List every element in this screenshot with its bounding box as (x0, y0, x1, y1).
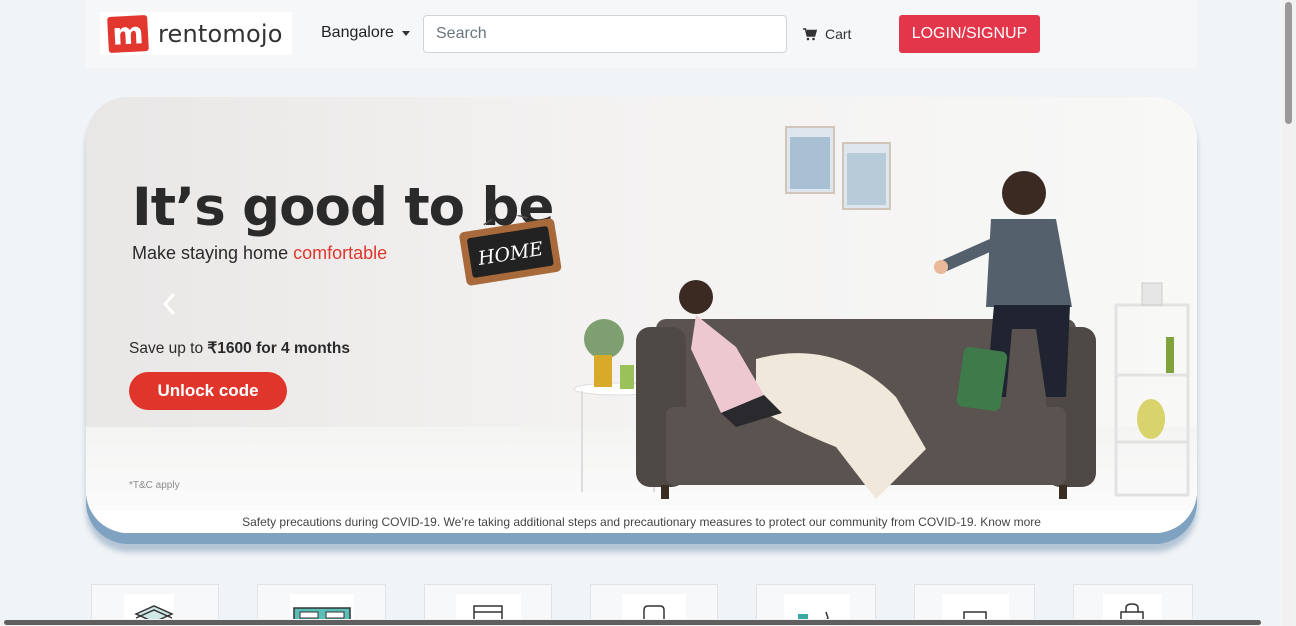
know-more-link[interactable]: Know more (980, 515, 1041, 529)
vertical-scroll-thumb[interactable] (1285, 2, 1292, 124)
cart-icon (803, 27, 817, 40)
vertical-scrollbar[interactable] (1282, 0, 1296, 626)
unlock-code-button[interactable]: Unlock code (129, 372, 287, 410)
hero-banner[interactable]: It’s good to be HOME Make staying home c… (86, 97, 1197, 511)
offer-text: Save up to ₹1600 for 4 months (129, 339, 350, 358)
chevron-down-icon (401, 30, 410, 36)
offer-prefix: Save up to (129, 340, 208, 357)
living-room-scene-image (573, 126, 1190, 499)
horizontal-scrollbar[interactable] (0, 619, 1262, 626)
covid-notice-text: Safety precautions during COVID-19. We’r… (242, 515, 977, 529)
terms-note: *T&C apply (129, 480, 180, 491)
navbar: m rentomojo Bangalore Cart LOGIN/SIGNUP (86, 0, 1197, 68)
covid-notice: Safety precautions during COVID-19. We’r… (86, 511, 1197, 533)
hero-carousel: It’s good to be HOME Make staying home c… (86, 97, 1197, 544)
subline-prefix: Make staying home (132, 243, 294, 263)
carousel-prev-icon[interactable] (162, 293, 176, 315)
logo-mark-icon: m (107, 14, 149, 53)
logo-text: rentomojo (158, 19, 283, 48)
search-input[interactable] (423, 15, 787, 53)
cart-button[interactable]: Cart (803, 26, 851, 42)
hero-inner: It’s good to be HOME Make staying home c… (86, 97, 1197, 533)
login-signup-button[interactable]: LOGIN/SIGNUP (899, 15, 1040, 53)
rentomojo-logo[interactable]: m rentomojo (100, 12, 292, 55)
horizontal-scroll-thumb[interactable] (4, 620, 1261, 625)
city-label: Bangalore (321, 24, 394, 41)
subline-accent: comfortable (293, 243, 388, 263)
hero-subline: Make staying home comfortable (132, 243, 387, 264)
city-selector[interactable]: Bangalore (321, 24, 410, 42)
cart-label: Cart (825, 26, 852, 42)
offer-amount: ₹1600 for 4 months (207, 340, 350, 357)
